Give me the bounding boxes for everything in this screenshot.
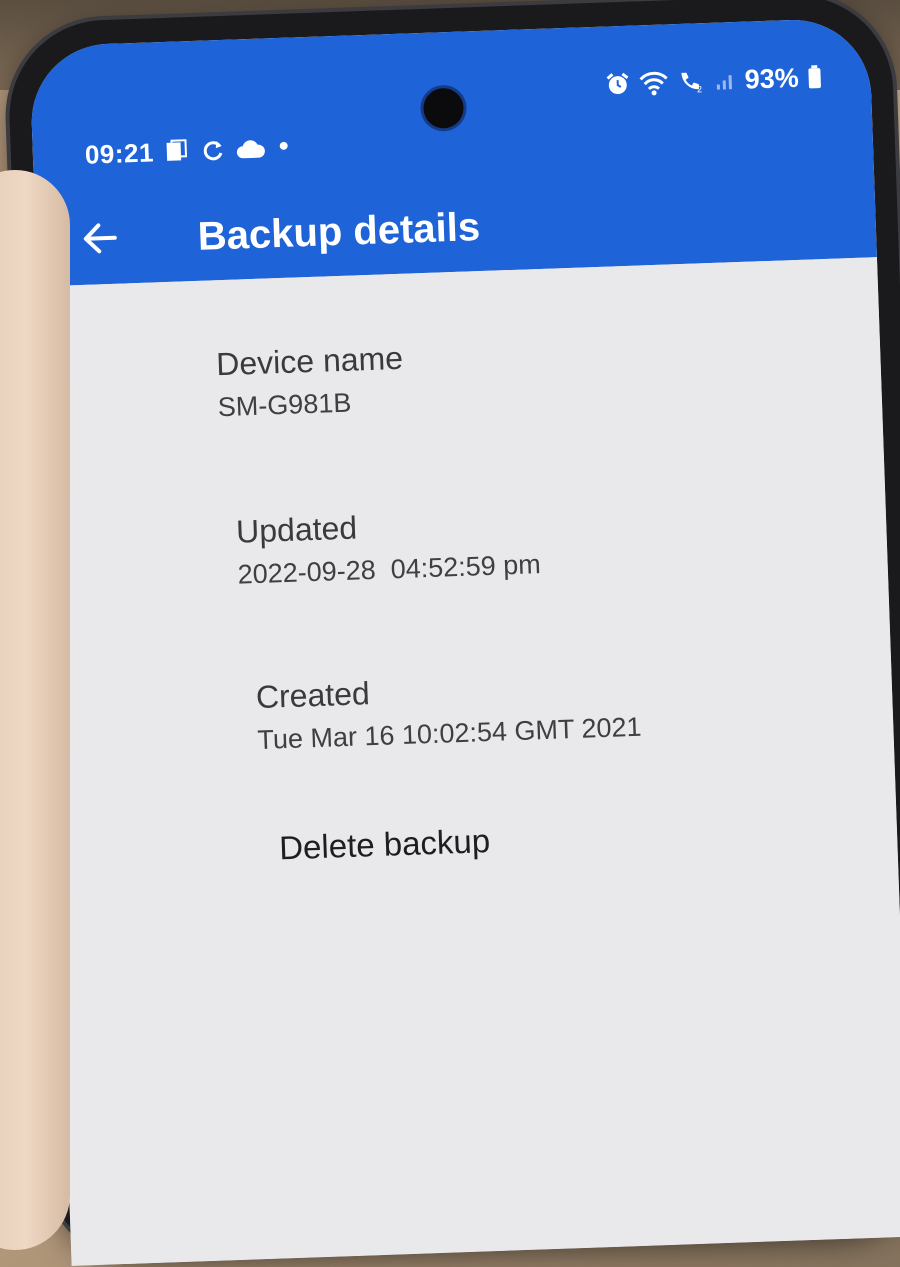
thumb	[0, 170, 70, 1250]
delete-backup-button[interactable]: Delete backup	[278, 819, 491, 870]
updated-label: Updated	[235, 509, 358, 550]
updated-item: Updated 2022-09-28 04:52:59 pm	[235, 501, 542, 592]
created-item: Created Tue Mar 16 10:02:54 GMT 2021	[255, 664, 642, 757]
phone-frame: 09:21 2 93% Backup details Device name S…	[6, 0, 900, 1266]
status-right: 2 93%	[604, 57, 823, 105]
device-name-label: Device name	[215, 339, 404, 383]
device-name-value: SM-G981B	[217, 387, 352, 423]
status-left: 09:21	[84, 128, 292, 175]
volte-call-icon: 2	[676, 68, 707, 95]
created-value: Tue Mar 16 10:02:54 GMT 2021	[256, 711, 642, 756]
battery-percent: 93%	[744, 62, 800, 95]
wifi-icon	[638, 69, 669, 96]
alarm-icon	[604, 71, 631, 98]
back-arrow-icon	[78, 216, 122, 264]
phone-screen: 09:21 2 93% Backup details Device name S…	[29, 17, 900, 1266]
svg-text:2: 2	[697, 84, 702, 94]
dot-icon	[276, 140, 293, 157]
updated-value: 2022-09-28 04:52:59 pm	[237, 549, 542, 590]
page-title: Backup details	[197, 205, 481, 259]
notification-app-icon	[163, 138, 190, 165]
battery-icon	[806, 64, 823, 91]
signal-icon	[714, 69, 737, 92]
cloud-icon	[235, 137, 266, 160]
details-list: Device name SM-G981B Updated 2022-09-28 …	[37, 257, 900, 1266]
sync-icon	[199, 137, 226, 164]
status-time: 09:21	[84, 136, 155, 170]
created-label: Created	[255, 675, 371, 716]
device-name-item: Device name SM-G981B	[216, 338, 405, 424]
back-button[interactable]	[71, 211, 129, 269]
